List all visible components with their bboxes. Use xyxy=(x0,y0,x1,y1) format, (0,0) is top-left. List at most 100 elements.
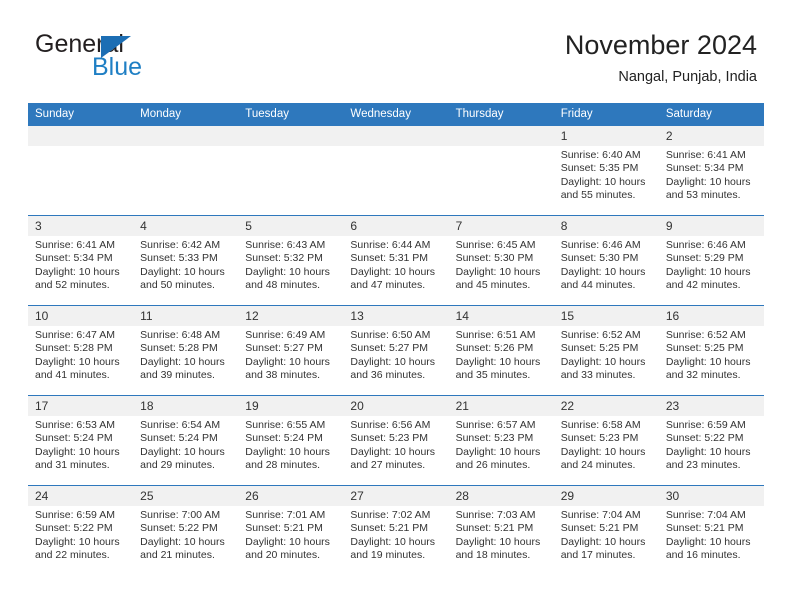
calendar-day-cell[interactable]: 30 Sunrise: 7:04 AM Sunset: 5:21 PM Dayligh… xyxy=(658,485,764,575)
day-number: 2 xyxy=(658,126,764,146)
calendar-page: General Blue November 2024 Nangal, Punja… xyxy=(0,0,792,612)
calendar-day-cell[interactable]: 20 Sunrise: 6:56 AM Sunset: 5:23 PM Dayligh… xyxy=(343,395,449,486)
day-details: Sunrise: 6:47 AM Sunset: 5:28 PM Daylight:… xyxy=(28,326,133,382)
calendar-day-cell[interactable]: 21 Sunrise: 6:57 AM Sunset: 5:23 PM Dayligh… xyxy=(448,395,554,486)
sunset-text: Sunset: 5:21 PM xyxy=(665,522,744,535)
day-number: 12 xyxy=(238,306,344,326)
day-number: 1 xyxy=(553,126,659,146)
calendar-day-cell[interactable]: 10 Sunrise: 6:47 AM Sunset: 5:28 PM Dayligh… xyxy=(28,305,134,396)
day-number: 10 xyxy=(28,306,134,326)
calendar-day-cell[interactable]: 14 Sunrise: 6:51 AM Sunset: 5:26 PM Dayligh… xyxy=(448,305,554,396)
calendar-day-cell[interactable]: 17 Sunrise: 6:53 AM Sunset: 5:24 PM Dayligh… xyxy=(28,395,134,486)
calendar-day-cell[interactable]: 2 Sunrise: 6:41 AM Sunset: 5:34 PM Daylight… xyxy=(658,125,764,216)
sunset-text: Sunset: 5:22 PM xyxy=(140,522,218,535)
sunrise-text: Sunrise: 6:46 AM xyxy=(665,239,746,251)
calendar-day-cell[interactable]: 25 Sunrise: 7:00 AM Sunset: 5:22 PM Dayligh… xyxy=(133,485,239,575)
day-number: 14 xyxy=(448,306,554,326)
page-header: General Blue November 2024 Nangal, Punja… xyxy=(35,28,757,90)
location-subtitle: Nangal, Punjab, India xyxy=(618,69,757,85)
day-number: 6 xyxy=(343,216,449,236)
calendar-day-cell[interactable]: 8 Sunrise: 6:46 AM Sunset: 5:30 PM Daylight… xyxy=(553,215,659,306)
calendar-day-cell[interactable]: 11 Sunrise: 6:48 AM Sunset: 5:28 PM Dayligh… xyxy=(133,305,239,396)
sunrise-text: Sunrise: 6:55 AM xyxy=(245,419,326,431)
sunset-text: Sunset: 5:33 PM xyxy=(140,252,218,265)
calendar-day-cell[interactable]: 18 Sunrise: 6:54 AM Sunset: 5:24 PM Dayligh… xyxy=(133,395,239,486)
day-details: Sunrise: 6:57 AM Sunset: 5:23 PM Daylight:… xyxy=(449,416,554,472)
weekday-header-row: Sunday Monday Tuesday Wednesday Thursday… xyxy=(28,103,764,126)
calendar-day-cell[interactable]: 6 Sunrise: 6:44 AM Sunset: 5:31 PM Daylight… xyxy=(343,215,449,306)
brand-logo[interactable]: General Blue xyxy=(35,28,245,86)
sunrise-text: Sunrise: 6:49 AM xyxy=(245,329,326,341)
day-details: Sunrise: 6:42 AM Sunset: 5:33 PM Daylight:… xyxy=(133,236,238,292)
sunrise-text: Sunrise: 7:04 AM xyxy=(665,509,746,521)
calendar-day-cell-empty xyxy=(238,125,344,216)
day-details: Sunrise: 7:03 AM Sunset: 5:21 PM Daylight:… xyxy=(449,506,554,562)
calendar-week-row: 3 Sunrise: 6:41 AM Sunset: 5:34 PM Daylight… xyxy=(28,215,764,306)
sunrise-text: Sunrise: 6:41 AM xyxy=(35,239,115,251)
day-number: 24 xyxy=(28,486,134,506)
day-number xyxy=(133,126,239,146)
calendar-week-row: 1 Sunrise: 6:40 AM Sunset: 5:35 PM Daylight… xyxy=(28,125,764,216)
day-details: Sunrise: 6:53 AM Sunset: 5:24 PM Daylight:… xyxy=(28,416,133,472)
sunrise-text: Sunrise: 6:40 AM xyxy=(560,149,641,161)
sunrise-text: Sunrise: 6:54 AM xyxy=(140,419,221,431)
sunrise-text: Sunrise: 6:53 AM xyxy=(35,419,115,431)
weekday-header-sunday: Sunday xyxy=(28,103,134,126)
day-details: Sunrise: 6:48 AM Sunset: 5:28 PM Daylight:… xyxy=(133,326,238,382)
sunrise-text: Sunrise: 7:01 AM xyxy=(245,509,326,521)
calendar-week-row: 10 Sunrise: 6:47 AM Sunset: 5:28 PM Dayligh… xyxy=(28,305,764,396)
sunset-text: Sunset: 5:24 PM xyxy=(245,432,323,445)
calendar-day-cell[interactable]: 28 Sunrise: 7:03 AM Sunset: 5:21 PM Dayligh… xyxy=(448,485,554,575)
sunrise-text: Sunrise: 6:59 AM xyxy=(665,419,746,431)
day-number: 20 xyxy=(343,396,449,416)
calendar-day-cell[interactable]: 15 Sunrise: 6:52 AM Sunset: 5:25 PM Dayligh… xyxy=(553,305,659,396)
calendar-day-cell[interactable]: 7 Sunrise: 6:45 AM Sunset: 5:30 PM Daylight… xyxy=(448,215,554,306)
day-number: 26 xyxy=(238,486,344,506)
day-details: Sunrise: 6:56 AM Sunset: 5:23 PM Daylight:… xyxy=(343,416,448,472)
sunset-text: Sunset: 5:32 PM xyxy=(245,252,323,265)
weekday-header-friday: Friday xyxy=(553,103,659,126)
calendar-day-cell[interactable]: 4 Sunrise: 6:42 AM Sunset: 5:33 PM Daylight… xyxy=(133,215,239,306)
day-number: 9 xyxy=(658,216,764,236)
sunset-text: Sunset: 5:26 PM xyxy=(455,342,534,355)
daylight-text: Daylight: 10 hours and 18 minutes. xyxy=(455,535,541,561)
calendar-day-cell[interactable]: 13 Sunrise: 6:50 AM Sunset: 5:27 PM Dayligh… xyxy=(343,305,449,396)
day-details: Sunrise: 6:49 AM Sunset: 5:27 PM Daylight:… xyxy=(238,326,343,382)
day-number: 3 xyxy=(28,216,134,236)
sunset-text: Sunset: 5:23 PM xyxy=(350,432,429,445)
sunset-text: Sunset: 5:21 PM xyxy=(455,522,534,535)
weekday-header-tuesday: Tuesday xyxy=(238,103,344,126)
sunset-text: Sunset: 5:34 PM xyxy=(665,162,744,175)
weekday-header-monday: Monday xyxy=(133,103,239,126)
sunset-text: Sunset: 5:35 PM xyxy=(560,162,639,175)
day-details: Sunrise: 6:46 AM Sunset: 5:30 PM Daylight:… xyxy=(554,236,659,292)
calendar-day-cell[interactable]: 1 Sunrise: 6:40 AM Sunset: 5:35 PM Daylight… xyxy=(553,125,659,216)
sunrise-text: Sunrise: 6:57 AM xyxy=(455,419,536,431)
day-number: 22 xyxy=(553,396,659,416)
daylight-text: Daylight: 10 hours and 55 minutes. xyxy=(560,175,646,201)
calendar-day-cell[interactable]: 26 Sunrise: 7:01 AM Sunset: 5:21 PM Dayligh… xyxy=(238,485,344,575)
calendar-day-cell[interactable]: 9 Sunrise: 6:46 AM Sunset: 5:29 PM Daylight… xyxy=(658,215,764,306)
day-details: Sunrise: 7:04 AM Sunset: 5:21 PM Daylight:… xyxy=(554,506,659,562)
calendar-day-cell[interactable]: 22 Sunrise: 6:58 AM Sunset: 5:23 PM Dayligh… xyxy=(553,395,659,486)
sunset-text: Sunset: 5:21 PM xyxy=(350,522,429,535)
calendar-day-cell[interactable]: 5 Sunrise: 6:43 AM Sunset: 5:32 PM Daylight… xyxy=(238,215,344,306)
day-details: Sunrise: 6:41 AM Sunset: 5:34 PM Daylight:… xyxy=(659,146,764,202)
calendar-day-cell[interactable]: 29 Sunrise: 7:04 AM Sunset: 5:21 PM Dayligh… xyxy=(553,485,659,575)
day-number: 18 xyxy=(133,396,239,416)
calendar-day-cell[interactable]: 23 Sunrise: 6:59 AM Sunset: 5:22 PM Dayligh… xyxy=(658,395,764,486)
calendar-day-cell[interactable]: 27 Sunrise: 7:02 AM Sunset: 5:21 PM Dayligh… xyxy=(343,485,449,575)
day-number: 27 xyxy=(343,486,449,506)
sunset-text: Sunset: 5:25 PM xyxy=(560,342,639,355)
daylight-text: Daylight: 10 hours and 21 minutes. xyxy=(140,535,225,561)
calendar-day-cell[interactable]: 19 Sunrise: 6:55 AM Sunset: 5:24 PM Dayligh… xyxy=(238,395,344,486)
sunrise-text: Sunrise: 6:52 AM xyxy=(560,329,641,341)
daylight-text: Daylight: 10 hours and 47 minutes. xyxy=(350,265,436,291)
daylight-text: Daylight: 10 hours and 35 minutes. xyxy=(455,355,541,381)
sunrise-text: Sunrise: 7:03 AM xyxy=(455,509,536,521)
calendar-day-cell[interactable]: 3 Sunrise: 6:41 AM Sunset: 5:34 PM Daylight… xyxy=(28,215,134,306)
calendar-day-cell[interactable]: 12 Sunrise: 6:49 AM Sunset: 5:27 PM Dayligh… xyxy=(238,305,344,396)
sunset-text: Sunset: 5:23 PM xyxy=(455,432,534,445)
calendar-day-cell[interactable]: 16 Sunrise: 6:52 AM Sunset: 5:25 PM Dayligh… xyxy=(658,305,764,396)
calendar-day-cell[interactable]: 24 Sunrise: 6:59 AM Sunset: 5:22 PM Dayligh… xyxy=(28,485,134,575)
